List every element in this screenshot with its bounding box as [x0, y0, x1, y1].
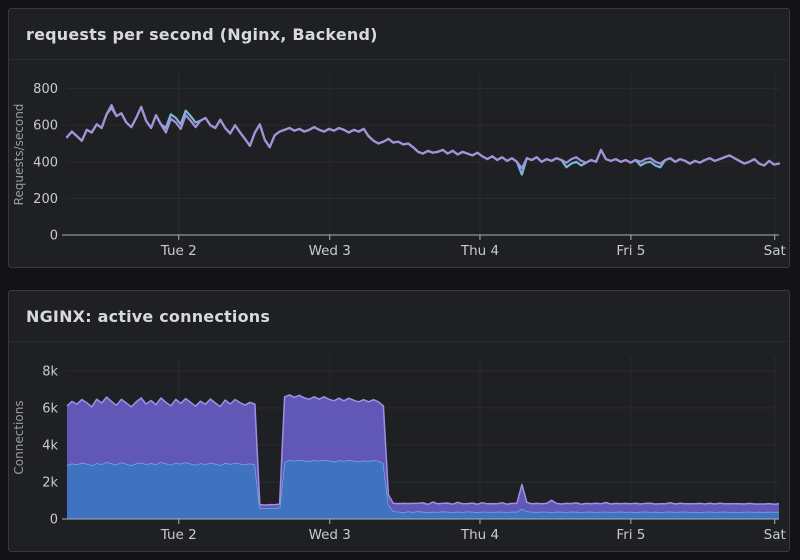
x-tick-label: Sat: [764, 527, 786, 543]
y-tick-label: 8k: [42, 364, 58, 379]
x-tick-label: Wed 3: [309, 243, 351, 259]
y-axis-title: Requests/second: [12, 104, 26, 206]
y-tick-label: 600: [33, 119, 58, 134]
x-axis: [62, 234, 779, 240]
y-tick-label: 2k: [42, 475, 58, 490]
y-tick-label: 400: [33, 155, 58, 170]
panel-header-connections[interactable]: NGINX: active connections: [9, 291, 789, 342]
y-tick-label: 4k: [42, 438, 58, 453]
x-tick-label: Tue 2: [160, 527, 197, 543]
x-tick-label: Wed 3: [309, 527, 351, 543]
requests-per-second-chart[interactable]: 0 200 400 600 800 Tue 2 Wed 3 Thu 4 Fri 5 Sat Requ…: [9, 60, 789, 265]
active-connections-chart[interactable]: 0 2k 4k 6k 8k Tue 2 Wed 3 Thu 4 Fri 5 Sat Connecti…: [9, 342, 789, 549]
panel-requests-per-second: requests per second (Nginx, Backend) 0 20…: [8, 8, 790, 268]
y-tick-label: 0: [50, 513, 58, 528]
x-tick-label: Thu 4: [460, 243, 499, 259]
x-tick-label: Tue 2: [160, 243, 197, 259]
panel-active-connections: NGINX: active connections 0 2k 4k 6k 8k Tue 2…: [8, 290, 790, 552]
x-tick-label: Sat: [764, 243, 786, 259]
panel-header-requests[interactable]: requests per second (Nginx, Backend): [9, 9, 789, 60]
x-axis: [62, 518, 779, 524]
y-tick-label: 200: [33, 192, 58, 207]
connections-chart-area: 0 2k 4k 6k 8k Tue 2 Wed 3 Thu 4 Fri 5 Sat Connecti…: [9, 342, 789, 549]
requests-chart-area: 0 200 400 600 800 Tue 2 Wed 3 Thu 4 Fri 5 Sat Requ…: [9, 60, 789, 265]
series: [65, 103, 781, 176]
y-tick-label: 800: [33, 82, 58, 97]
line-Backend: [65, 105, 781, 176]
panel-title: NGINX: active connections: [26, 306, 271, 326]
line-Nginx: [65, 103, 781, 170]
y-axis-title: Connections: [12, 400, 26, 474]
x-tick-label: Fri 5: [616, 527, 645, 543]
x-tick-label: Fri 5: [616, 243, 645, 259]
y-tick-label: 6k: [42, 401, 58, 416]
axis-labels: 0 200 400 600 800 Tue 2 Wed 3 Thu 4 Fri 5 Sat Requ…: [12, 82, 786, 259]
series: [66, 394, 780, 519]
x-tick-label: Thu 4: [460, 527, 499, 543]
panel-title: requests per second (Nginx, Backend): [26, 24, 378, 44]
y-tick-label: 0: [50, 229, 58, 244]
dashboard: requests per second (Nginx, Backend) 0 20…: [0, 0, 800, 560]
